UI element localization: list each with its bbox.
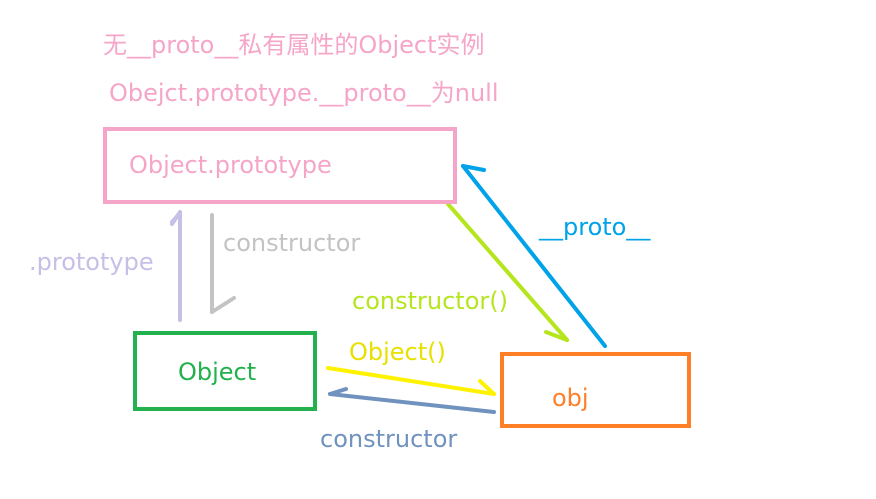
obj-box — [500, 352, 691, 428]
obj-label: obj — [552, 384, 589, 412]
constructor-call-label: constructor() — [352, 287, 508, 315]
constructor-gray-label: constructor — [223, 229, 361, 257]
prototype-label: .prototype — [29, 248, 154, 276]
prototype-arrow — [170, 210, 182, 322]
object-label: Object — [178, 358, 257, 386]
note-line-1: 无__proto__私有属性的Object实例 — [103, 31, 485, 59]
object-call-arrow — [326, 366, 496, 396]
object-call-label: Object() — [349, 338, 446, 366]
proto-label: __proto__ — [539, 213, 651, 241]
proto-arrow — [461, 164, 607, 348]
object-prototype-label: Object.prototype — [129, 151, 332, 179]
constructor-blue-label: constructor — [320, 425, 458, 453]
constructor-blue-arrow — [328, 387, 496, 414]
note-line-2: Obejct.prototype.__proto__为null — [109, 79, 499, 107]
